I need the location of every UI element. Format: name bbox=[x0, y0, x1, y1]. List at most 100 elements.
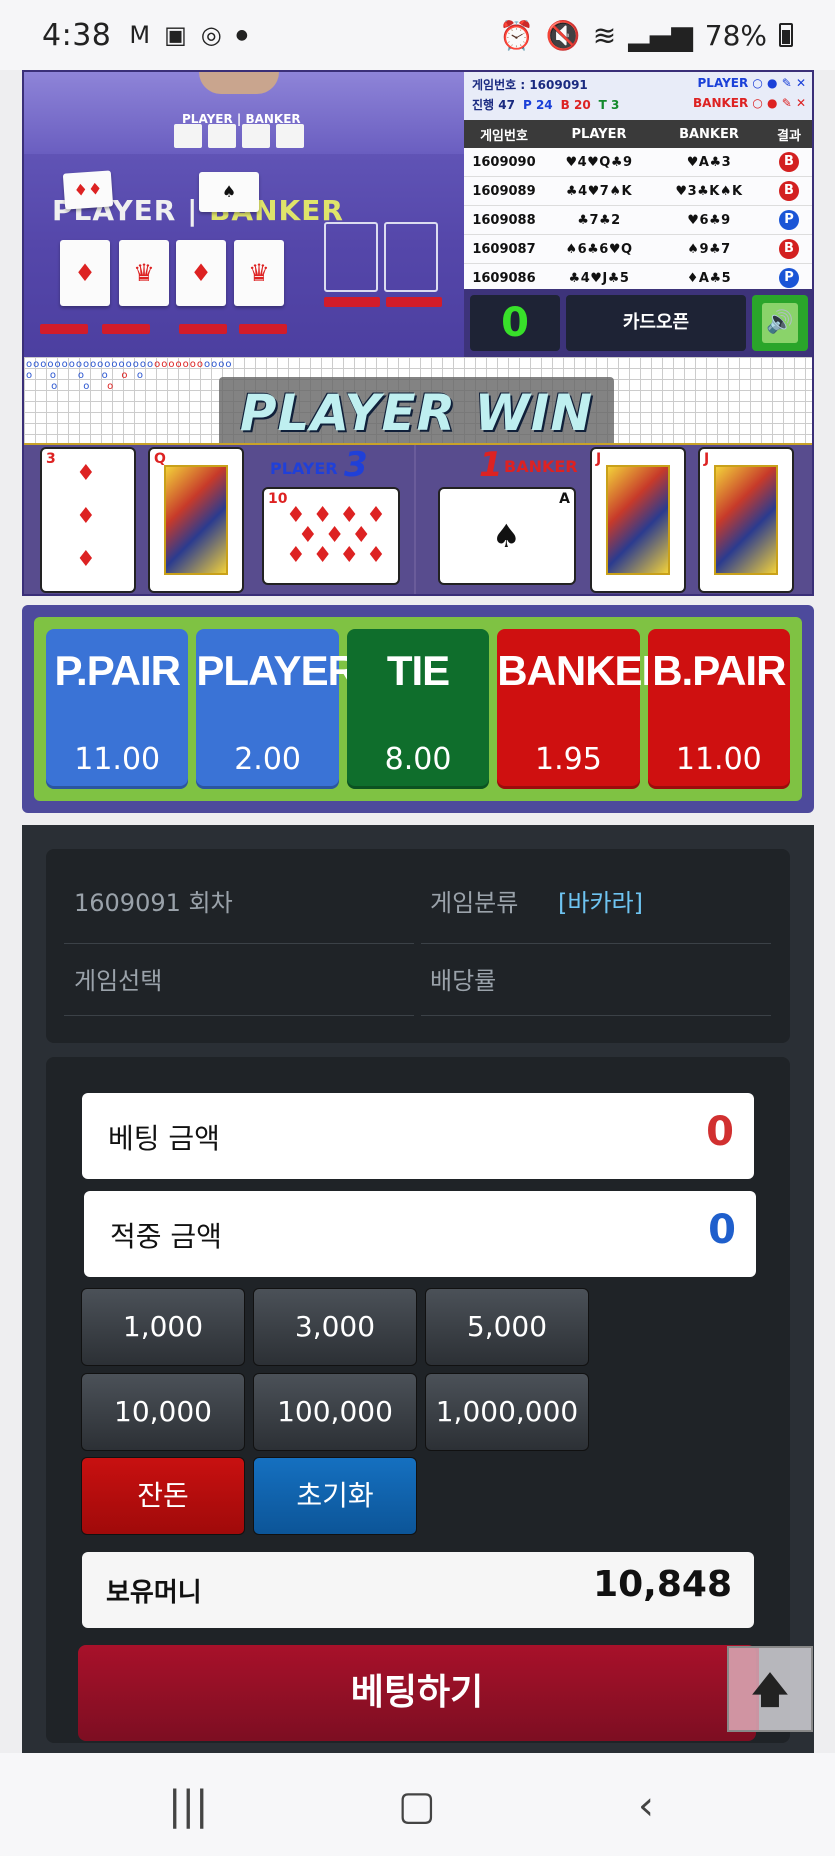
navigation-bar: ||| ▢ ‹ bbox=[0, 1753, 835, 1856]
table-marker bbox=[386, 297, 442, 307]
bet-option-player[interactable]: PLAYER 2.00 bbox=[196, 629, 358, 789]
divider bbox=[421, 943, 771, 944]
round-info: 1609091 회차 게임분류 [바카라] 게임선택 배당률 bbox=[46, 849, 790, 1043]
live-video: PLAYER | BANKER PLAYER | BANKER ♦ ♦♦ ♛ ♦… bbox=[24, 72, 464, 357]
banker-score: 1 bbox=[479, 445, 503, 485]
player-card: 3 ♦ ♦ ♦ bbox=[42, 449, 134, 591]
speaker-icon: 🔊 bbox=[762, 303, 798, 343]
table-marker bbox=[102, 324, 150, 334]
battery-level: 78% bbox=[704, 18, 767, 52]
bet-option-p-pair[interactable]: P.PAIR 11.00 bbox=[46, 629, 189, 789]
back-icon[interactable]: ‹ bbox=[638, 1783, 654, 1829]
balance-value: 10,848 bbox=[593, 1564, 732, 1605]
chip-button-10000[interactable]: 10,000 bbox=[81, 1373, 245, 1451]
empty-card-slot bbox=[324, 222, 378, 292]
result-badge: P bbox=[779, 210, 799, 230]
history-row: 1609089 ♣4♥7♠K ♥3♣K♠K B bbox=[464, 177, 812, 206]
player-count: P 24 bbox=[522, 98, 553, 112]
player-score: 3 bbox=[344, 445, 368, 485]
balance-label: 보유머니 bbox=[106, 1578, 202, 1608]
bet-option-b-pair[interactable]: B.PAIR 11.00 bbox=[647, 629, 791, 789]
history-col-banker: BANKER bbox=[679, 126, 739, 142]
table-marker bbox=[324, 297, 380, 307]
remain-button[interactable]: 잔돈 bbox=[81, 1457, 245, 1535]
bet-option-rate: 11.00 bbox=[675, 742, 762, 777]
system-icons: ⏰ 🔇 ≋ ▂▄▆ 78% bbox=[499, 19, 793, 52]
result-badge: B bbox=[779, 152, 799, 172]
banker-card: J bbox=[592, 449, 684, 591]
jack-face bbox=[606, 465, 670, 575]
card-reveal: 3 ♦ ♦ ♦ Q 10 ♦ ♦ ♦ ♦ ♦ ♦ ♦ ♦ ♦ ♦ ♦ PLAYE… bbox=[24, 443, 812, 594]
progress-count: 진행 47 bbox=[472, 98, 515, 112]
alarm-icon: ⏰ bbox=[498, 18, 534, 52]
round-stats: 진행 47 P 24 B 20 T 3 bbox=[472, 96, 619, 113]
result-badge: B bbox=[779, 181, 799, 201]
chip-button-3000[interactable]: 3,000 bbox=[253, 1288, 417, 1366]
tie-count: T 3 bbox=[598, 98, 620, 112]
bet-option-name: B.PAIR bbox=[652, 647, 786, 694]
chip-button-1000000[interactable]: 1,000,000 bbox=[425, 1373, 589, 1451]
history-banker-cards: ♥3♣K♠K bbox=[675, 183, 743, 199]
player-card: 10 ♦ ♦ ♦ ♦ ♦ ♦ ♦ ♦ ♦ ♦ ♦ bbox=[264, 489, 398, 583]
legend-banker: BANKER ○ ● ✎ ✕ bbox=[693, 96, 806, 110]
scroll-to-top-button[interactable]: 🡅 bbox=[727, 1646, 813, 1732]
table-card: ♦ bbox=[60, 240, 110, 306]
chip-button-1000[interactable]: 1,000 bbox=[81, 1288, 245, 1366]
jack-face bbox=[714, 465, 778, 575]
diamond-icon: ♦ bbox=[76, 504, 96, 529]
betting-section: 1609091 회차 게임분류 [바카라] 게임선택 배당률 베팅 금액 0 적… bbox=[22, 825, 814, 1755]
road-markers: ooooooooooooooooooooooooooooo o o o o o o… bbox=[26, 359, 233, 392]
banker-hand-label: BANKER bbox=[504, 457, 578, 476]
bet-amount-field[interactable]: 베팅 금액 0 bbox=[82, 1093, 754, 1179]
win-amount-field: 적중 금액 0 bbox=[84, 1191, 756, 1277]
table-card: ♛ bbox=[119, 240, 169, 306]
card-open-button[interactable]: 카드오픈 bbox=[566, 295, 746, 351]
history-row: 1609090 ♥4♥Q♣9 ♥A♣3 B bbox=[464, 148, 812, 177]
odds-label: 배당률 bbox=[430, 967, 497, 995]
chip-button-100000[interactable]: 100,000 bbox=[253, 1373, 417, 1451]
win-amount-value: 0 bbox=[708, 1207, 736, 1253]
bet-option-name: P.PAIR bbox=[54, 647, 181, 694]
sound-toggle[interactable]: 🔊 bbox=[752, 295, 808, 351]
result-badge: P bbox=[779, 268, 799, 288]
win-banner: PLAYER WIN bbox=[219, 377, 614, 449]
history-no: 1609087 bbox=[472, 241, 536, 257]
place-bet-button[interactable]: 베팅하기 bbox=[78, 1645, 756, 1741]
empty-card-slot bbox=[384, 222, 438, 292]
table-marker bbox=[239, 324, 287, 334]
legend-player: PLAYER ○ ● ✎ ✕ bbox=[697, 76, 806, 90]
history-no: 1609089 bbox=[472, 183, 536, 199]
queen-face bbox=[164, 465, 228, 575]
result-badge: B bbox=[779, 239, 799, 259]
arrow-up-icon: 🡅 bbox=[751, 1670, 789, 1711]
balance-row: 보유머니 10,848 bbox=[82, 1552, 754, 1628]
chip-button-5000[interactable]: 5,000 bbox=[425, 1288, 589, 1366]
bet-option-banker[interactable]: BANKER 1.95 bbox=[497, 629, 672, 789]
recent-apps-icon[interactable]: ||| bbox=[168, 1783, 208, 1829]
table-marker bbox=[40, 324, 88, 334]
dealer-hands bbox=[199, 72, 279, 94]
card-rank: J bbox=[596, 451, 602, 467]
history-banker-cards: ♠9♣7 bbox=[687, 241, 731, 257]
reset-button[interactable]: 초기화 bbox=[253, 1457, 417, 1535]
history-no: 1609086 bbox=[472, 270, 536, 286]
divider bbox=[421, 1015, 771, 1016]
history-no: 1609088 bbox=[472, 212, 536, 228]
wifi-icon: ≋ bbox=[592, 18, 617, 52]
category-label: 게임분류 bbox=[430, 889, 519, 917]
bet-options-panel: P.PAIR 11.00 PLAYER 2.00 TIE 8.00 BANKER… bbox=[22, 605, 814, 813]
mini-cards bbox=[174, 124, 304, 148]
win-amount-label: 적중 금액 bbox=[110, 1220, 222, 1253]
history-row: 1609088 ♣7♣2 ♥6♣9 P bbox=[464, 206, 812, 235]
diamond-icon: ♦ bbox=[76, 547, 96, 572]
round-label: 1609091 회차 bbox=[74, 889, 233, 917]
banker-card: J bbox=[700, 449, 792, 591]
more-dot-icon: ● bbox=[235, 27, 248, 43]
bet-option-rate: 1.95 bbox=[535, 742, 602, 777]
battery-icon bbox=[779, 23, 793, 47]
card-rank: A bbox=[559, 491, 570, 507]
bet-option-tie[interactable]: TIE 8.00 bbox=[346, 629, 490, 789]
table-marker bbox=[179, 324, 227, 334]
history-player-cards: ♣4♥J♣5 bbox=[568, 270, 630, 286]
home-icon[interactable]: ▢ bbox=[398, 1783, 436, 1829]
